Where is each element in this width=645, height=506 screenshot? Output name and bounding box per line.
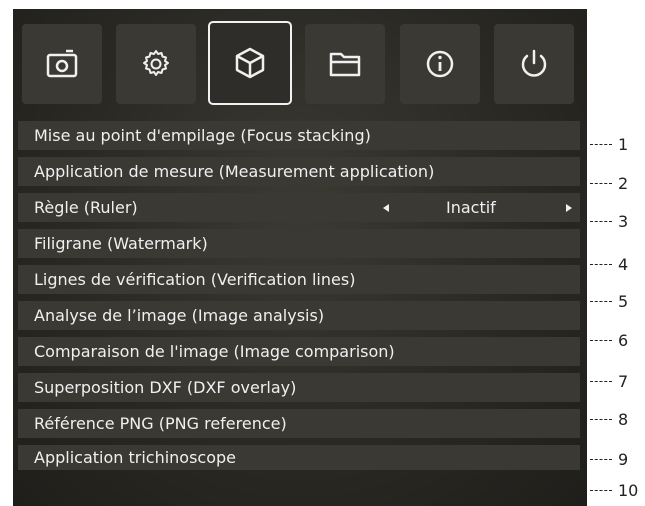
menu-item-label: Filigrane (Watermark) [34, 234, 208, 253]
callout-line [590, 459, 612, 460]
applications-button[interactable] [208, 21, 292, 105]
callout-number: 7 [618, 372, 629, 391]
callout-line [590, 340, 612, 341]
menu-item-label: Application trichinoscope [34, 448, 237, 467]
callout-3: 3 [588, 212, 645, 232]
callout-number: 8 [618, 410, 629, 429]
callout-6: 6 [588, 331, 645, 351]
menu-item-label: Référence PNG (PNG reference) [34, 414, 287, 433]
menu-item-image-analysis[interactable]: Analyse de l’image (Image analysis) [18, 301, 580, 330]
callout-line [590, 221, 612, 222]
menu-item-dxf-overlay[interactable]: Superposition DXF (DXF overlay) [18, 373, 580, 402]
settings-button[interactable] [116, 24, 196, 104]
callout-1: 1 [588, 135, 645, 155]
callout-number: 1 [618, 135, 629, 154]
callout-10: 10 [588, 481, 645, 501]
power-button[interactable] [494, 24, 574, 104]
ruler-state-value: Inactif [446, 198, 496, 217]
menu-item-label: Lignes de vérification (Verification lin… [34, 270, 356, 289]
callout-8: 8 [588, 410, 645, 430]
menu-item-ruler[interactable]: Règle (Ruler) Inactif [18, 193, 580, 222]
callout-7: 7 [588, 372, 645, 392]
callout-number: 3 [618, 212, 629, 231]
callout-line [590, 381, 612, 382]
folder-icon [329, 52, 361, 77]
callout-line [590, 183, 612, 184]
camera-icon [46, 49, 78, 78]
menu-item-trichinoscope[interactable]: Application trichinoscope [18, 445, 580, 470]
menu-item-label: Superposition DXF (DXF overlay) [34, 378, 297, 397]
menu-panel: Mise au point d'empilage (Focus stacking… [13, 9, 587, 506]
callout-line [590, 144, 612, 145]
callout-2: 2 [588, 174, 645, 194]
gear-icon [143, 50, 169, 76]
callout-line [590, 264, 612, 265]
toolbar [13, 9, 587, 116]
menu-item-verification-lines[interactable]: Lignes de vérification (Verification lin… [18, 265, 580, 294]
camera-button[interactable] [22, 24, 102, 104]
menu-item-label: Mise au point d'empilage (Focus stacking… [34, 126, 371, 145]
callout-labels: 1 2 3 4 5 6 7 8 9 10 [588, 0, 645, 506]
callout-number: 10 [618, 481, 639, 500]
power-icon [521, 49, 547, 77]
menu-item-label: Application de mesure (Measurement appli… [34, 162, 435, 181]
cube-icon [235, 47, 265, 79]
menu-item-label: Règle (Ruler) [34, 198, 138, 217]
menu-item-png-reference[interactable]: Référence PNG (PNG reference) [18, 409, 580, 438]
info-button[interactable] [400, 24, 480, 104]
callout-number: 4 [618, 255, 629, 274]
callout-number: 5 [618, 292, 629, 311]
callout-number: 9 [618, 450, 629, 469]
files-button[interactable] [305, 24, 385, 104]
menu-item-label: Comparaison de l'image (Image comparison… [34, 342, 395, 361]
menu-item-focus-stacking[interactable]: Mise au point d'empilage (Focus stacking… [18, 121, 580, 150]
callout-number: 2 [618, 174, 629, 193]
menu-item-image-comparison[interactable]: Comparaison de l'image (Image comparison… [18, 337, 580, 366]
menu-item-measurement[interactable]: Application de mesure (Measurement appli… [18, 157, 580, 186]
callout-line [590, 419, 612, 420]
callout-line [590, 301, 612, 302]
callout-line [590, 490, 612, 491]
callout-5: 5 [588, 292, 645, 312]
next-arrow-icon[interactable] [566, 204, 572, 212]
callout-9: 9 [588, 450, 645, 470]
info-icon [426, 50, 454, 78]
callout-4: 4 [588, 255, 645, 275]
previous-arrow-icon[interactable] [383, 204, 389, 212]
callout-number: 6 [618, 331, 629, 350]
menu-item-label: Analyse de l’image (Image analysis) [34, 306, 325, 325]
menu-item-watermark[interactable]: Filigrane (Watermark) [18, 229, 580, 258]
